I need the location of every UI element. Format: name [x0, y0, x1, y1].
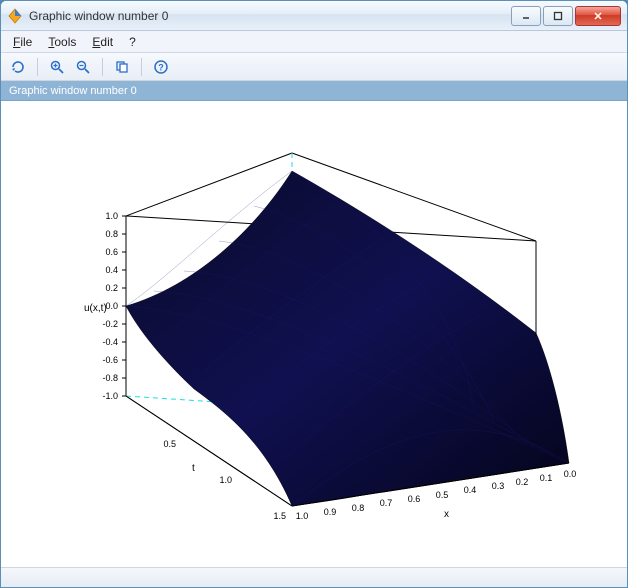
svg-text:-1.0: -1.0 [102, 391, 118, 401]
graphic-tab-label: Graphic window number 0 [9, 85, 137, 97]
svg-text:-0.4: -0.4 [102, 337, 118, 347]
svg-text:0.3: 0.3 [492, 481, 505, 491]
svg-text:0.1: 0.1 [540, 473, 553, 483]
svg-text:0.8: 0.8 [105, 229, 118, 239]
menu-edit[interactable]: Edit [84, 33, 121, 51]
menubar: File Tools Edit ? [1, 31, 627, 53]
toolbar: ? [1, 53, 627, 81]
svg-text:0.9: 0.9 [324, 507, 337, 517]
svg-text:0.5: 0.5 [163, 439, 176, 449]
toolbar-separator [37, 58, 38, 76]
svg-text:0.4: 0.4 [105, 265, 118, 275]
svg-text:0.6: 0.6 [105, 247, 118, 257]
toolbar-separator [141, 58, 142, 76]
copy-button[interactable] [111, 56, 133, 78]
close-button[interactable] [575, 6, 621, 26]
plot-area[interactable]: 1.0 0.8 0.6 0.4 0.2 0.0 -0.2 -0.4 -0.6 -… [1, 101, 627, 567]
svg-text:0.8: 0.8 [352, 503, 365, 513]
surface-mesh [126, 171, 569, 506]
rotate-button[interactable] [7, 56, 29, 78]
app-icon [7, 8, 23, 24]
svg-text:0.2: 0.2 [516, 477, 529, 487]
svg-text:-0.6: -0.6 [102, 355, 118, 365]
svg-text:0.0: 0.0 [105, 301, 118, 311]
zoom-out-button[interactable] [72, 56, 94, 78]
statusbar [1, 567, 627, 587]
svg-text:1.5: 1.5 [273, 511, 286, 521]
svg-text:-0.8: -0.8 [102, 373, 118, 383]
z-axis-label: u(x,t) [84, 303, 107, 314]
svg-text:1.0: 1.0 [296, 511, 309, 521]
svg-text:1.0: 1.0 [219, 475, 232, 485]
surface-plot: 1.0 0.8 0.6 0.4 0.2 0.0 -0.2 -0.4 -0.6 -… [11, 111, 617, 557]
menu-tools[interactable]: Tools [40, 33, 84, 51]
svg-text:0.2: 0.2 [105, 283, 118, 293]
window-controls [509, 6, 621, 26]
help-button[interactable]: ? [150, 56, 172, 78]
x-axis-label: x [444, 509, 449, 520]
svg-text:0.0: 0.0 [564, 469, 577, 479]
svg-text:-0.2: -0.2 [102, 319, 118, 329]
maximize-button[interactable] [543, 6, 573, 26]
menu-help[interactable]: ? [121, 33, 144, 51]
t-axis-label: t [192, 463, 195, 474]
svg-text:?: ? [158, 62, 164, 72]
app-window: Graphic window number 0 File Tools Edit … [0, 0, 628, 588]
svg-text:0.7: 0.7 [380, 498, 393, 508]
zoom-in-button[interactable] [46, 56, 68, 78]
svg-text:0.6: 0.6 [408, 494, 421, 504]
svg-text:1.0: 1.0 [105, 211, 118, 221]
minimize-button[interactable] [511, 6, 541, 26]
graphic-tab-header: Graphic window number 0 [1, 81, 627, 101]
svg-text:0.5: 0.5 [436, 490, 449, 500]
svg-text:0.4: 0.4 [464, 485, 477, 495]
window-title: Graphic window number 0 [29, 9, 509, 23]
menu-file[interactable]: File [5, 33, 40, 51]
toolbar-separator [102, 58, 103, 76]
titlebar: Graphic window number 0 [1, 1, 627, 31]
